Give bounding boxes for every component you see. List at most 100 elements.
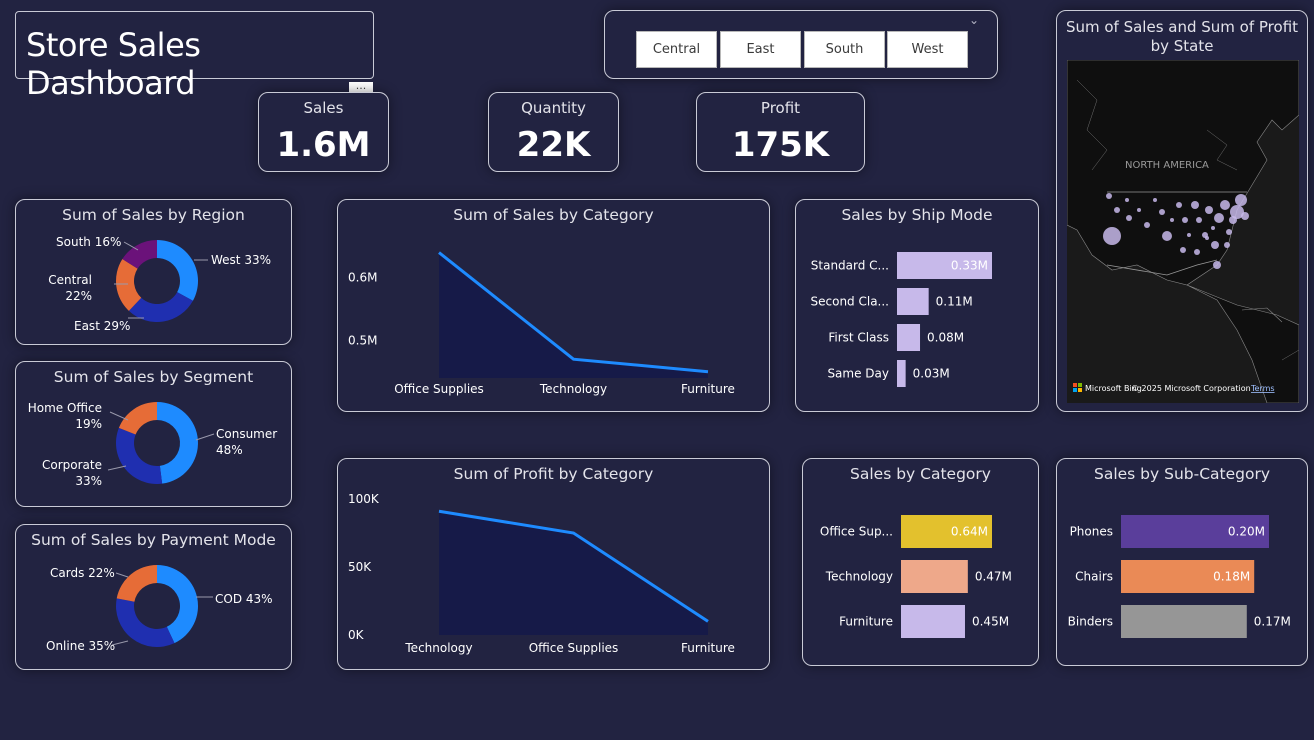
- map-bubble[interactable]: [1114, 207, 1120, 213]
- kpi-value: 22K: [516, 125, 591, 165]
- map-card: Sum of Sales and Sum of Profit by State …: [1056, 10, 1308, 412]
- map-bubble[interactable]: [1226, 229, 1232, 235]
- map-canvas[interactable]: NORTH AMERICA Microsoft Bing © 2025 Micr…: [1067, 60, 1299, 403]
- data-label: 0.47M: [975, 570, 1012, 584]
- y-tick-label: 100K: [348, 492, 380, 506]
- map-bubble[interactable]: [1211, 226, 1215, 230]
- ms-logo-tile: [1078, 388, 1082, 392]
- kpi-label: Quantity: [521, 99, 586, 117]
- data-label: 0.03M: [913, 367, 950, 381]
- map-bubble[interactable]: [1235, 194, 1247, 206]
- map-bubble[interactable]: [1170, 218, 1174, 222]
- donut-slice-consumer[interactable]: [157, 402, 198, 484]
- label-pct: 33%: [75, 474, 102, 488]
- leader-line: [109, 411, 129, 421]
- dashboard-title-box: Store Sales Dashboard: [15, 11, 374, 102]
- data-label: 0.33M: [951, 259, 988, 273]
- x-tick-label: Office Supplies: [529, 641, 619, 655]
- map-bubble[interactable]: [1162, 231, 1172, 241]
- ms-logo-tile: [1078, 383, 1082, 387]
- map-bubble[interactable]: [1125, 198, 1129, 202]
- data-label: Online 35%: [46, 639, 116, 653]
- map-terms-link[interactable]: Terms: [1250, 384, 1275, 393]
- y-tick-label: 0.5M: [348, 333, 377, 347]
- map-bubble[interactable]: [1205, 206, 1213, 214]
- kpi-card-profit: Profit 175K: [696, 92, 865, 172]
- map-bubble[interactable]: [1176, 202, 1182, 208]
- map-bubble[interactable]: [1126, 215, 1132, 221]
- data-label: Corporate 33%: [30, 457, 102, 489]
- map-bubble[interactable]: [1220, 200, 1230, 210]
- bar-chart-sub-category[interactable]: Phones 0.20M Chairs 0.18M Binders 0.17M: [1057, 459, 1309, 667]
- bar[interactable]: [1121, 605, 1247, 638]
- slicer-option-south[interactable]: South: [804, 31, 885, 68]
- map-bubble[interactable]: [1214, 213, 1224, 223]
- data-label: 0.17M: [1254, 615, 1291, 629]
- donut-slice-online[interactable]: [115, 598, 175, 647]
- label-text: Central: [48, 273, 92, 287]
- map-bubble[interactable]: [1224, 242, 1230, 248]
- map-bubble[interactable]: [1106, 193, 1112, 199]
- area-chart-sales-by-category[interactable]: 0.5M 0.6M Office Supplies Technology Furnitu…: [338, 200, 771, 413]
- category-label: Standard C...: [811, 259, 889, 273]
- chart-card-region: Sum of Sales by Region West 33% East 29%…: [15, 199, 292, 345]
- kpi-value: 1.6M: [276, 125, 371, 165]
- map-bubble[interactable]: [1187, 233, 1191, 237]
- chart-card-sales-by-category: Sum of Sales by Category 0.5M 0.6M Office …: [337, 199, 770, 412]
- chart-card-sub-category: Sales by Sub-Category Phones 0.20M Chairs 0…: [1056, 458, 1308, 666]
- data-label: East 29%: [74, 319, 131, 333]
- bar[interactable]: [897, 360, 906, 387]
- slicer-option-central[interactable]: Central: [636, 31, 717, 68]
- y-tick-label: 50K: [348, 560, 372, 574]
- kpi-label: Sales: [303, 99, 344, 117]
- map-bubble[interactable]: [1137, 208, 1141, 212]
- map-bubble[interactable]: [1159, 209, 1165, 215]
- chart-card-ship-mode: Sales by Ship Mode Standard C... 0.33M Sec…: [795, 199, 1039, 412]
- region-slicer: ⌄ Central East South West: [604, 10, 998, 79]
- slicer-option-east[interactable]: East: [720, 31, 801, 68]
- data-label: Central 22%: [30, 272, 92, 304]
- map-bubble[interactable]: [1144, 222, 1150, 228]
- map-bubble[interactable]: [1191, 201, 1199, 209]
- data-label: West 33%: [211, 253, 271, 267]
- label-pct: 48%: [216, 443, 243, 457]
- label-text: Corporate: [42, 458, 102, 472]
- bar-chart-ship-mode[interactable]: Standard C... 0.33M Second Cla... 0.11M Firs…: [796, 200, 1040, 413]
- leader-line: [115, 572, 129, 578]
- map-bubble[interactable]: [1205, 236, 1209, 240]
- bar-chart-sales-by-category[interactable]: Office Sup... 0.64M Technology 0.47M Furnitu…: [803, 459, 1040, 667]
- map-attribution: © 2025 Microsoft Corporation: [1131, 384, 1251, 393]
- donut-slice-corporate[interactable]: [115, 427, 163, 484]
- map-region-label: NORTH AMERICA: [1125, 160, 1209, 171]
- chart-card-profit-by-category: Sum of Profit by Category 0K 50K 100K Techn…: [337, 458, 770, 670]
- data-label: Home Office 19%: [26, 400, 102, 432]
- category-label: Second Cla...: [811, 295, 890, 309]
- map-bubble[interactable]: [1103, 227, 1121, 245]
- map-bubble[interactable]: [1182, 217, 1188, 223]
- x-tick-label: Technology: [539, 382, 607, 396]
- bar[interactable]: [901, 605, 965, 638]
- data-label: 0.18M: [1213, 570, 1250, 584]
- map-bubble[interactable]: [1180, 247, 1186, 253]
- map-bubble[interactable]: [1196, 217, 1202, 223]
- category-label: Office Sup...: [820, 525, 893, 539]
- donut-slice-cards[interactable]: [116, 565, 157, 602]
- map-bubble[interactable]: [1241, 212, 1249, 220]
- map-view[interactable]: NORTH AMERICA Microsoft Bing © 2025 Micr…: [1067, 60, 1299, 403]
- chevron-down-icon[interactable]: ⌄: [969, 13, 979, 27]
- x-tick-label: Office Supplies: [394, 382, 484, 396]
- bar[interactable]: [897, 324, 921, 351]
- label-text: Home Office: [27, 401, 102, 415]
- bar[interactable]: [897, 288, 929, 315]
- map-bubble[interactable]: [1211, 241, 1219, 249]
- map-bubble[interactable]: [1153, 198, 1157, 202]
- donut-slice-west[interactable]: [157, 240, 198, 301]
- y-tick-label: 0.6M: [348, 271, 377, 285]
- map-bubble[interactable]: [1194, 249, 1200, 255]
- map-bubble[interactable]: [1213, 261, 1221, 269]
- page-title: Store Sales Dashboard: [26, 26, 201, 102]
- area-chart-profit-by-category[interactable]: 0K 50K 100K Technology Office Supplies Furnit…: [338, 459, 771, 671]
- data-label: Consumer 48%: [216, 426, 277, 458]
- bar[interactable]: [901, 560, 968, 593]
- slicer-option-west[interactable]: West: [887, 31, 968, 68]
